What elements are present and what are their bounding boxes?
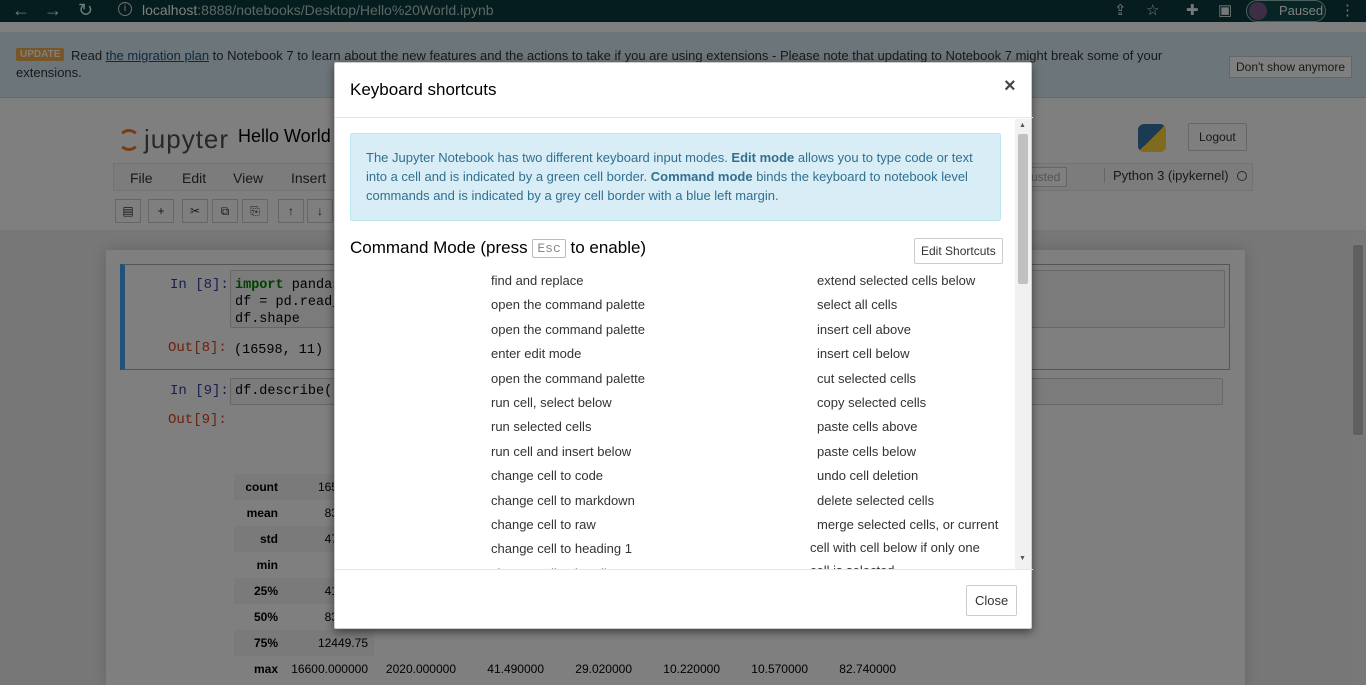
shortcut-description: find and replace	[491, 273, 584, 288]
shortcut-description: change cell to code	[491, 468, 604, 484]
intro-edit-mode: Edit mode	[731, 150, 795, 165]
shortcut-description: run cell, select below	[491, 395, 612, 410]
esc-key: Esc	[532, 239, 566, 258]
shortcut-description: paste cells below	[817, 443, 916, 459]
shortcut-description: run selected cells	[491, 419, 592, 435]
keyboard-shortcuts-dialog: Keyboard shortcuts × The Jupyter Noteboo…	[334, 62, 1033, 630]
shortcut-description: insert cell above	[817, 321, 911, 337]
shortcut-description: change cell to heading 1	[491, 541, 632, 557]
shortcut-description: cut selected cells	[817, 370, 916, 386]
shortcut-description: copy selected cells	[817, 395, 927, 410]
shortcut-description: delete selected cells	[817, 492, 935, 508]
command-mode-heading: Command Mode (press Esc to enable)	[350, 238, 646, 258]
modal-scrollbar[interactable]: ▲ ▼	[1015, 119, 1031, 569]
modal-title: Keyboard shortcuts	[350, 80, 497, 99]
modal-footer: Close	[335, 569, 1033, 630]
shortcut-description: paste cells above	[817, 419, 918, 435]
intro-command-mode: Command mode	[650, 169, 753, 184]
modal-body: The Jupyter Notebook has two different k…	[335, 119, 1033, 569]
shortcut-description: open the command palette	[491, 321, 645, 337]
shortcut-description: run cell and insert below	[491, 443, 632, 459]
modal-scrollbar-thumb[interactable]	[1018, 134, 1028, 284]
close-icon[interactable]: ×	[1004, 75, 1016, 98]
heading-text-1: Command Mode (press	[350, 238, 533, 257]
modal-header: Keyboard shortcuts ×	[335, 63, 1033, 118]
shortcut-description: merge selected cells, or current	[817, 517, 999, 532]
shortcut-description: change cell to markdown	[491, 492, 635, 508]
intro-text-1: The Jupyter Notebook has two different k…	[366, 150, 732, 165]
close-button[interactable]: Close	[966, 585, 1018, 616]
shortcut-description: extend selected cells below	[817, 273, 976, 288]
shortcut-description: open the command palette	[491, 370, 645, 386]
shortcut-description: insert cell below	[817, 346, 910, 362]
shortcut-description: enter edit mode	[491, 346, 582, 362]
scroll-up-icon[interactable]: ▲	[1019, 122, 1026, 129]
shortcut-description: undo cell deletion	[817, 468, 919, 484]
scroll-down-icon[interactable]: ▼	[1019, 555, 1026, 562]
heading-text-2: to enable)	[565, 238, 647, 257]
edit-shortcuts-button[interactable]: Edit Shortcuts	[914, 238, 1003, 264]
shortcut-description: select all cells	[817, 297, 898, 313]
modes-info-alert: The Jupyter Notebook has two different k…	[350, 133, 1001, 221]
shortcut-description: change cell to raw	[491, 517, 596, 532]
shortcut-description: open the command palette	[491, 297, 645, 313]
shortcut-description-cont: cell with cell below if only one	[810, 540, 980, 555]
